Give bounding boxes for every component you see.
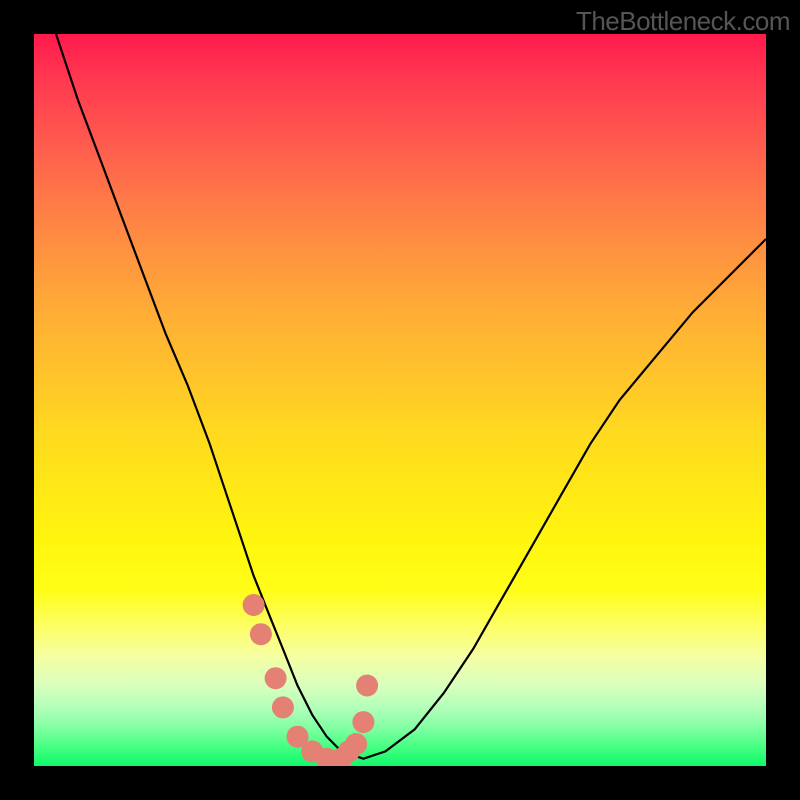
highlight-dot [352,711,374,733]
highlight-dot [265,667,287,689]
plot-area [34,34,766,766]
curve-path [56,34,766,759]
highlight-dot [356,675,378,697]
dot-group [243,594,379,766]
highlight-dot [250,623,272,645]
highlight-dot [243,594,265,616]
highlight-dot [345,733,367,755]
watermark-text: TheBottleneck.com [576,6,790,37]
outer-frame: TheBottleneck.com [0,0,800,800]
bottleneck-curve-svg [34,34,766,766]
highlight-dot [272,696,294,718]
